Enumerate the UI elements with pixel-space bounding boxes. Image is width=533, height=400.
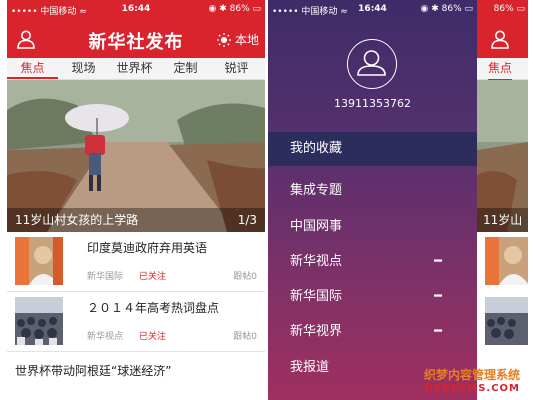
news-title: 世界杯带动阿根廷“球迷经济” <box>15 364 172 378</box>
news-meta: 新华国际 已关注 跟帖0 <box>87 269 257 282</box>
channel-tabs: 焦点 <box>477 58 528 81</box>
hero-caption: 11岁山村女孩的上学路 1/3 <box>7 208 265 232</box>
watermark-url: DEDECMS.COM <box>424 383 520 394</box>
tab-focus: 焦点 <box>488 58 513 81</box>
tab-commentary[interactable]: 锐评 <box>211 58 262 79</box>
user-phone: 13911353762 <box>334 97 411 110</box>
watermark: 织梦内容管理系统 DEDECMS.COM <box>424 366 520 394</box>
menu-item-label: 集成专题 <box>290 183 343 198</box>
battery-label: ◉ ✱ 86% ▭ <box>420 4 473 14</box>
top-nav: 新华社发布 本地 <box>7 20 265 58</box>
status-bar: 86% ▭ <box>477 0 528 20</box>
news-thumbnail <box>485 297 528 345</box>
menu-item[interactable]: 新华视界 ━ <box>290 322 442 342</box>
reply-count: 跟帖0 <box>233 332 257 342</box>
menu-item-favorites[interactable]: 我的收藏 <box>268 132 477 166</box>
menu-item-label: 新华国际 <box>290 289 343 304</box>
expand-icon[interactable]: ━ <box>434 252 442 272</box>
menu-item[interactable]: 中国网事 <box>290 217 442 237</box>
battery-label: 86% ▭ <box>493 4 525 14</box>
menu-item[interactable]: 集成专题 <box>290 181 442 201</box>
news-thumbnail <box>485 237 528 285</box>
watermark-text: 织梦内容管理系统 <box>423 368 520 382</box>
news-title: 印度莫迪政府弃用英语 <box>87 241 208 255</box>
news-item[interactable]: ２０１４年高考热词盘点 新华视点 已关注 跟帖0 <box>7 292 265 352</box>
side-menu: ••••• 中国移动 ≈ 16:44 ◉ ✱ 86% ▭ 13911353762… <box>268 0 477 400</box>
avatar[interactable] <box>347 39 397 89</box>
user-icon <box>491 30 509 49</box>
home-peek[interactable]: 86% ▭ 焦点 11岁山 <box>477 0 528 400</box>
expand-icon[interactable]: ━ <box>434 287 442 307</box>
status-bar: ••••• 中国移动 ≈ 16:44 ◉ ✱ 86% ▭ <box>7 0 265 20</box>
hero-page-indicator: 1/3 <box>237 213 257 227</box>
sun-icon <box>216 32 231 47</box>
menu-item-label: 新华视点 <box>290 254 343 269</box>
hero-caption-text: 11岁山 <box>477 208 528 232</box>
menu-item[interactable]: 新华视点 ━ <box>290 252 442 272</box>
news-title: ２０１４年高考热词盘点 <box>87 301 220 315</box>
tab-focus[interactable]: 焦点 <box>7 58 58 79</box>
news-source: 新华国际 <box>87 272 124 282</box>
top-nav <box>477 20 528 58</box>
news-item[interactable]: 世界杯带动阿根廷“球迷经济” <box>7 352 265 400</box>
menu-item-label: 我报道 <box>290 360 330 375</box>
menu-item[interactable]: 新华国际 ━ <box>290 287 442 307</box>
hero-caption-text: 11岁山村女孩的上学路 <box>15 213 139 227</box>
status-bar: ••••• 中国移动 ≈ 16:44 ◉ ✱ 86% ▭ <box>268 0 477 20</box>
hero-slide: 11岁山 <box>477 80 528 232</box>
expand-icon[interactable]: ━ <box>434 322 442 342</box>
channel-tabs: 焦点 现场 世界杯 定制 锐评 <box>7 58 265 80</box>
follow-status[interactable]: 已关注 <box>139 269 166 282</box>
news-meta: 新华视点 已关注 跟帖0 <box>87 329 257 342</box>
news-thumbnail <box>15 297 63 345</box>
battery-label: ◉ ✱ 86% ▭ <box>208 4 261 14</box>
tab-custom[interactable]: 定制 <box>160 58 211 79</box>
side-menu-screen: ••••• 中国移动 ≈ 16:44 ◉ ✱ 86% ▭ 13911353762… <box>268 0 528 400</box>
local-button[interactable]: 本地 <box>216 31 259 48</box>
follow-status[interactable]: 已关注 <box>139 329 166 342</box>
home-screen: ••••• 中国移动 ≈ 16:44 ◉ ✱ 86% ▭ 新华社发布 本地 焦点… <box>7 0 265 400</box>
menu-item-label: 中国网事 <box>290 219 343 234</box>
tab-world-cup[interactable]: 世界杯 <box>109 58 160 79</box>
user-icon <box>357 50 386 76</box>
local-label: 本地 <box>234 33 259 47</box>
reply-count: 跟帖0 <box>233 272 257 282</box>
hero-slide[interactable]: 11岁山村女孩的上学路 1/3 <box>7 80 265 232</box>
news-item[interactable]: 印度莫迪政府弃用英语 新华国际 已关注 跟帖0 <box>7 232 265 292</box>
news-source: 新华视点 <box>87 332 124 342</box>
menu-item[interactable]: 我报道 <box>290 358 442 378</box>
tab-scene[interactable]: 现场 <box>58 58 109 79</box>
menu-item-label: 新华视界 <box>290 324 343 339</box>
news-thumbnail <box>15 237 63 285</box>
